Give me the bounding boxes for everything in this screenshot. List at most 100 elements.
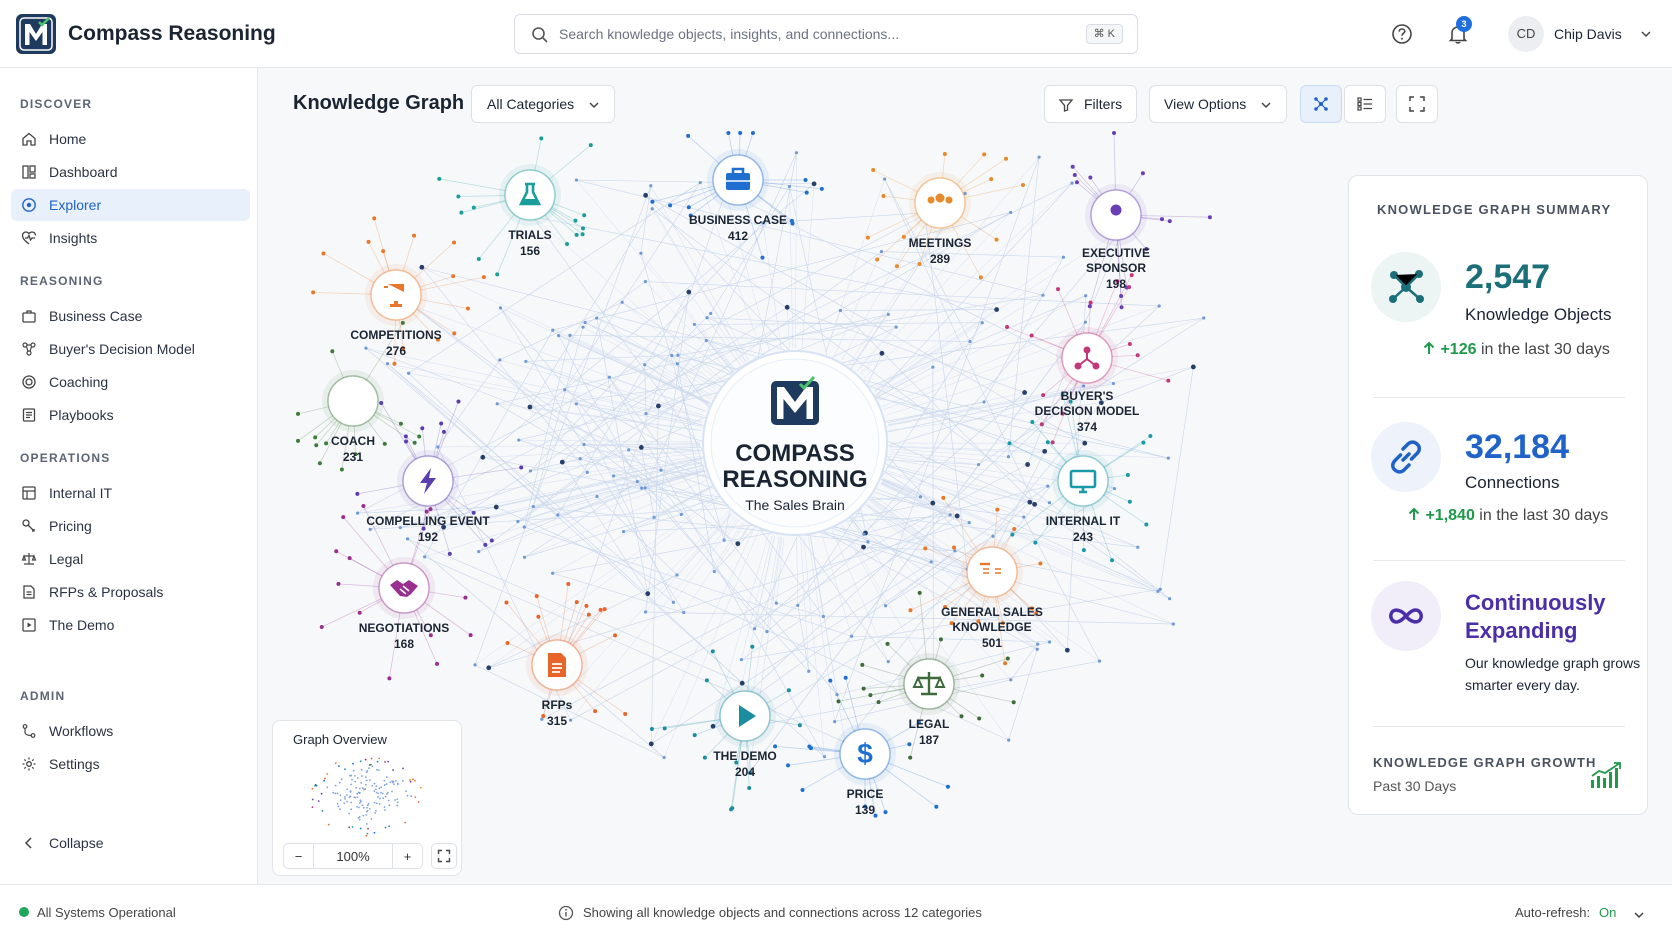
- graph-dot: [1042, 448, 1048, 454]
- graph-node-coach[interactable]: COACH 231: [322, 370, 384, 464]
- node-satellite-dot: [1004, 156, 1009, 161]
- node-satellite-dot: [398, 421, 403, 426]
- app-logo[interactable]: [16, 14, 56, 54]
- sidebar-item-explorer[interactable]: Explorer: [11, 189, 250, 221]
- zoom-out-button[interactable]: −: [284, 844, 314, 868]
- node-satellite-dot: [336, 581, 341, 586]
- graph-node-trials[interactable]: TRIALS 156: [499, 164, 561, 258]
- graph-overview[interactable]: Graph Overview − 100% +: [272, 720, 462, 876]
- minimap-dot: [311, 798, 314, 801]
- graph-dot: [1006, 455, 1011, 459]
- list-view-icon: [1357, 97, 1372, 111]
- page-title: Knowledge Graph: [293, 92, 465, 114]
- sidebar-item-dashboard[interactable]: Dashboard: [11, 156, 250, 188]
- graph-node-legal[interactable]: LEGAL 187: [898, 653, 960, 747]
- sidebar-item-insights[interactable]: Insights: [11, 222, 250, 254]
- objects-delta-value: +126: [1440, 341, 1477, 358]
- summary-title: KNOWLEDGE GRAPH SUMMARY: [1377, 202, 1612, 217]
- list-view-button[interactable]: [1344, 85, 1386, 123]
- graph-dot: [1007, 738, 1011, 742]
- graph-dot: [811, 181, 817, 187]
- minimap-dot: [346, 788, 348, 791]
- graph-dot: [976, 462, 981, 467]
- minimap-dot: [314, 785, 316, 787]
- category-select[interactable]: All Categories: [471, 85, 615, 123]
- fullscreen-button[interactable]: [1396, 85, 1438, 123]
- sidebar-item-label: Playbooks: [49, 407, 114, 423]
- node-satellite-dot: [1038, 561, 1043, 566]
- minimap-dot: [311, 806, 314, 809]
- summary-divider: [1373, 560, 1625, 561]
- sidebar-item-buyers-decision-model[interactable]: Buyer's Decision Model: [11, 333, 250, 365]
- view-options-button[interactable]: View Options: [1149, 85, 1287, 123]
- zoom-in-button[interactable]: +: [392, 844, 422, 868]
- sidebar-item-workflows[interactable]: Workflows: [11, 715, 250, 747]
- avatar[interactable]: CD: [1508, 16, 1544, 52]
- graph-edge: [647, 510, 729, 594]
- graph-node-price[interactable]: $ PRICE 139: [834, 723, 896, 817]
- sidebar-item-pricing[interactable]: Pricing: [11, 510, 250, 542]
- graph-dot: [1009, 678, 1013, 682]
- graph-dot: [883, 604, 888, 608]
- help-button[interactable]: [1386, 18, 1418, 50]
- logo-m-icon: [19, 17, 53, 51]
- minimap-dot: [352, 769, 355, 772]
- sidebar-item-legal[interactable]: Legal: [11, 543, 250, 575]
- graph-dot: [787, 184, 792, 189]
- minimap-dot: [375, 785, 378, 788]
- node-count: 231: [343, 450, 363, 464]
- graph-center-hub[interactable]: COMPASS REASONING The Sales Brain: [702, 350, 888, 536]
- graph-node-rfps[interactable]: RFPs 315: [526, 634, 588, 728]
- minimap[interactable]: [303, 753, 433, 839]
- minimap-dot: [334, 762, 337, 765]
- user-name[interactable]: Chip Davis: [1554, 26, 1622, 42]
- minimap-dot: [364, 758, 367, 761]
- node-satellite-dot: [1003, 661, 1008, 666]
- graph-node-executive-sponsor[interactable]: EXECUTIVESPONSOR 198: [1082, 184, 1150, 291]
- graph-dot: [473, 663, 477, 667]
- graph-node-competitions[interactable]: COMPETITIONS 276: [350, 264, 442, 358]
- collapse-button[interactable]: Collapse: [11, 827, 250, 859]
- graph-dot: [656, 403, 661, 409]
- graph-dot: [675, 362, 680, 366]
- search-bar[interactable]: ⌘ K: [514, 14, 1138, 54]
- graph-node-general-sales-knowledge[interactable]: GENERAL SALESKNOWLEDGE 501: [941, 541, 1043, 650]
- sidebar-item-settings[interactable]: Settings: [11, 748, 250, 780]
- growth-chart-icon[interactable]: [1589, 760, 1623, 790]
- sidebar-item-the-demo[interactable]: The Demo: [11, 609, 250, 641]
- sidebar-item-rfps[interactable]: RFPs & Proposals: [11, 576, 250, 608]
- chevron-down-icon[interactable]: [1633, 909, 1645, 921]
- notifications-button[interactable]: 3: [1442, 16, 1474, 50]
- minimap-dot: [384, 795, 387, 798]
- sidebar-item-home[interactable]: Home: [11, 123, 250, 155]
- graph-dot: [675, 573, 679, 577]
- node-satellite-dot: [786, 763, 791, 768]
- center-title-line1: COMPASS: [735, 440, 855, 467]
- sidebar-item-coaching[interactable]: Coaching: [11, 366, 250, 398]
- minimap-dot: [405, 790, 407, 793]
- chevron-down-icon[interactable]: [1640, 28, 1652, 40]
- sidebar-item-internal-it[interactable]: Internal IT: [11, 477, 250, 509]
- node-count: 168: [394, 637, 414, 651]
- graph-node-business-case[interactable]: BUSINESS CASE 412: [689, 149, 787, 243]
- auto-refresh-value[interactable]: On: [1599, 905, 1616, 920]
- connections-delta-text: in the last 30 days: [1479, 507, 1609, 524]
- node-satellite-dot: [1140, 171, 1145, 176]
- graph-dot: [1046, 484, 1050, 488]
- graph-edge: [582, 326, 712, 398]
- graph-dot: [522, 525, 526, 529]
- node-satellite-dot: [1005, 325, 1010, 330]
- graph-dot: [883, 177, 887, 181]
- node-label: EXECUTIVE: [1082, 246, 1150, 260]
- filters-button[interactable]: Filters: [1044, 85, 1137, 123]
- graph-node-the-demo[interactable]: THE DEMO 204: [713, 685, 777, 779]
- sidebar-item-playbooks[interactable]: Playbooks: [11, 399, 250, 431]
- search-input[interactable]: [559, 23, 1039, 45]
- node-count: 192: [418, 530, 438, 544]
- fit-view-button[interactable]: [431, 843, 457, 869]
- sidebar-item-business-case[interactable]: Business Case: [11, 300, 250, 332]
- minimap-dot: [366, 804, 369, 807]
- graph-edge: [1159, 366, 1194, 590]
- graph-view-button[interactable]: [1300, 85, 1342, 123]
- node-satellite-dot: [917, 261, 922, 266]
